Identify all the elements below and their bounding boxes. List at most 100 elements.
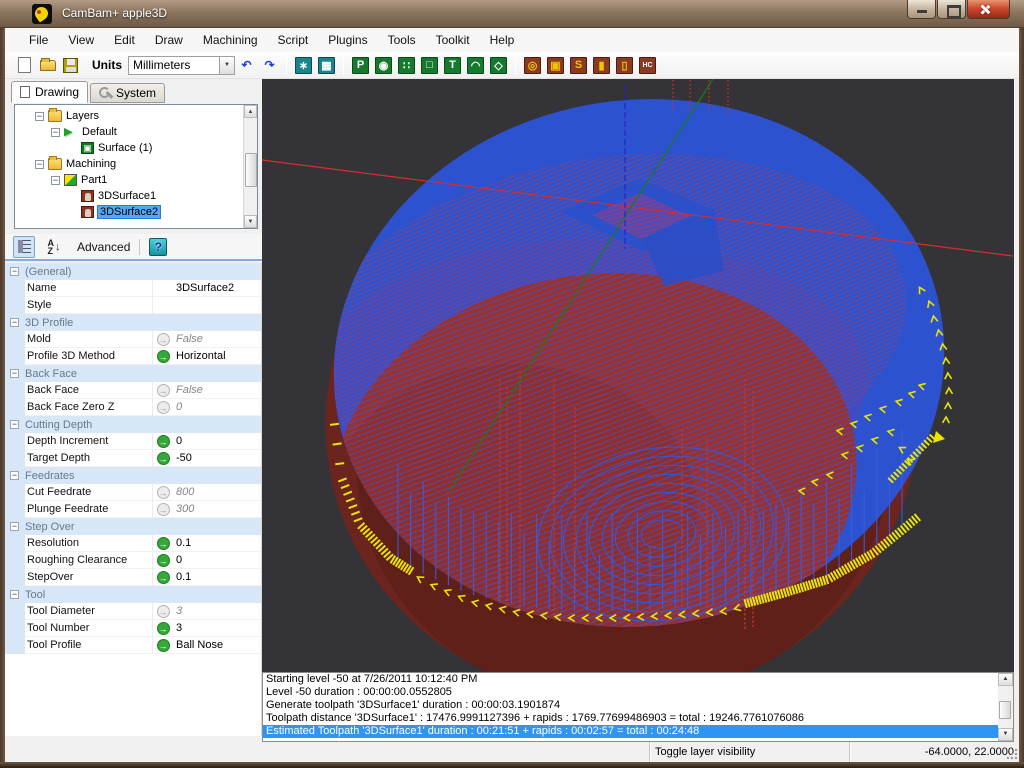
menu-plugins[interactable]: Plugins <box>318 30 377 50</box>
menu-view[interactable]: View <box>58 30 104 50</box>
grid-toggle-button[interactable]: ▦ <box>316 55 337 76</box>
collapse-icon[interactable]: − <box>10 267 19 276</box>
collapse-icon[interactable]: − <box>10 471 19 480</box>
tree-scrollbar[interactable]: ▲ ▼ <box>243 105 257 228</box>
resize-grip[interactable] <box>1006 748 1018 760</box>
property-value[interactable]: 3 <box>173 622 182 634</box>
property-row[interactable]: Tool Profile→Ball Nose <box>5 637 261 654</box>
property-value[interactable]: 0 <box>173 435 182 447</box>
menu-tools[interactable]: Tools <box>378 30 426 50</box>
tab-drawing[interactable]: Drawing <box>11 81 88 103</box>
section-general[interactable]: −(General) <box>5 263 261 280</box>
help-button[interactable]: ? <box>149 238 167 256</box>
property-value[interactable]: 3DSurface2 <box>173 282 234 294</box>
property-row[interactable]: Cut Feedrate→800 <box>5 484 261 501</box>
property-row[interactable]: Roughing Clearance→0 <box>5 552 261 569</box>
collapse-icon[interactable]: − <box>51 176 60 185</box>
menu-edit[interactable]: Edit <box>104 30 145 50</box>
open-file-button[interactable] <box>37 55 58 76</box>
scrollbar-thumb[interactable] <box>999 701 1011 719</box>
section-feedrates[interactable]: −Feedrates <box>5 467 261 484</box>
section-3d-profile[interactable]: −3D Profile <box>5 314 261 331</box>
property-row[interactable]: Depth Increment→0 <box>5 433 261 450</box>
menu-machining[interactable]: Machining <box>193 30 268 50</box>
units-dropdown-button[interactable]: ▼ <box>220 56 235 75</box>
collapse-icon[interactable]: − <box>10 318 19 327</box>
tree-item-layers[interactable]: − Layers <box>21 108 257 124</box>
snap-points-button[interactable]: ∗ <box>293 55 314 76</box>
property-row[interactable]: Tool Number→3 <box>5 620 261 637</box>
draw-polyline-button[interactable]: P <box>350 55 371 76</box>
section-back-face[interactable]: −Back Face <box>5 365 261 382</box>
mop-pocket-button[interactable]: ▣ <box>545 55 566 76</box>
property-value[interactable]: 0.1 <box>173 537 191 549</box>
mop-lathe-button[interactable]: ▯ <box>614 55 635 76</box>
log-scrollbar[interactable]: ▲ ▼ <box>998 673 1013 741</box>
minimize-button[interactable] <box>907 0 936 19</box>
property-value[interactable]: 0 <box>173 554 182 566</box>
scroll-down-icon[interactable]: ▼ <box>998 728 1013 741</box>
collapse-icon[interactable]: − <box>35 160 44 169</box>
maximize-button[interactable] <box>937 0 966 19</box>
property-row[interactable]: Tool Diameter→3 <box>5 603 261 620</box>
property-row[interactable]: Back Face→False <box>5 382 261 399</box>
property-row[interactable]: Profile 3D Method→Horizontal <box>5 348 261 365</box>
new-file-button[interactable] <box>14 55 35 76</box>
property-row[interactable]: StepOver→0.1 <box>5 569 261 586</box>
menu-file[interactable]: File <box>19 30 58 50</box>
scroll-up-icon[interactable]: ▲ <box>244 105 257 118</box>
property-value[interactable]: 0.1 <box>173 571 191 583</box>
log-line-highlighted[interactable]: Estimated Toolpath '3DSurface1' duration… <box>263 725 998 738</box>
advanced-button[interactable]: Advanced <box>77 240 130 254</box>
scroll-up-icon[interactable]: ▲ <box>998 673 1013 686</box>
property-value[interactable]: 300 <box>173 503 194 515</box>
property-value[interactable]: 0 <box>173 401 182 413</box>
property-row[interactable]: Name3DSurface2 <box>5 280 261 297</box>
mop-engrave-button[interactable]: S <box>568 55 589 76</box>
section-step-over[interactable]: −Step Over <box>5 518 261 535</box>
save-button[interactable] <box>60 55 81 76</box>
menu-help[interactable]: Help <box>480 30 525 50</box>
property-row[interactable]: Mold→False <box>5 331 261 348</box>
tree-item-default-layer[interactable]: − ▶ Default <box>21 124 257 140</box>
collapse-icon[interactable]: − <box>51 128 60 137</box>
property-value[interactable]: 3 <box>173 605 182 617</box>
collapse-icon[interactable]: − <box>35 112 44 121</box>
tree-item-3dsurface2[interactable]: 3DSurface2 <box>21 204 257 220</box>
property-row[interactable]: Plunge Feedrate→300 <box>5 501 261 518</box>
title-bar[interactable]: CamBam+ apple3D <box>0 0 1024 28</box>
collapse-icon[interactable]: − <box>10 522 19 531</box>
tree-item-machining[interactable]: − Machining <box>21 156 257 172</box>
collapse-icon[interactable]: − <box>10 590 19 599</box>
categorized-view-button[interactable] <box>13 236 35 258</box>
draw-surface-button[interactable]: ◇ <box>488 55 509 76</box>
property-value[interactable]: False <box>173 384 203 396</box>
property-value[interactable]: Horizontal <box>173 350 226 362</box>
undo-button[interactable]: ↶ <box>236 55 257 76</box>
property-row[interactable]: Resolution→0.1 <box>5 535 261 552</box>
tree-item-surface[interactable]: ▣ Surface (1) <box>21 140 257 156</box>
draw-text-button[interactable]: T <box>442 55 463 76</box>
menu-script[interactable]: Script <box>268 30 319 50</box>
tree-item-part1[interactable]: − Part1 <box>21 172 257 188</box>
menu-toolkit[interactable]: Toolkit <box>426 30 480 50</box>
tree-item-3dsurface1[interactable]: 3DSurface1 <box>21 188 257 204</box>
property-value[interactable]: False <box>173 333 203 345</box>
collapse-icon[interactable]: − <box>10 369 19 378</box>
redo-button[interactable]: ↷ <box>259 55 280 76</box>
viewport-3d[interactable] <box>262 79 1014 672</box>
sort-alphabetical-button[interactable]: A Z ↓ <box>41 236 67 258</box>
mop-gcode-button[interactable]: HC <box>637 55 658 76</box>
scrollbar-thumb[interactable] <box>245 153 257 187</box>
draw-circle-button[interactable]: ◉ <box>373 55 394 76</box>
collapse-icon[interactable]: − <box>10 420 19 429</box>
units-combobox[interactable]: Millimeters <box>128 56 220 75</box>
draw-arc-button[interactable]: ◠ <box>465 55 486 76</box>
property-row[interactable]: Back Face Zero Z→0 <box>5 399 261 416</box>
mop-profile-button[interactable]: ◎ <box>522 55 543 76</box>
section-tool[interactable]: −Tool <box>5 586 261 603</box>
property-value[interactable]: Ball Nose <box>173 639 223 651</box>
scroll-down-icon[interactable]: ▼ <box>244 215 257 228</box>
property-row[interactable]: Style <box>5 297 261 314</box>
section-cutting-depth[interactable]: −Cutting Depth <box>5 416 261 433</box>
